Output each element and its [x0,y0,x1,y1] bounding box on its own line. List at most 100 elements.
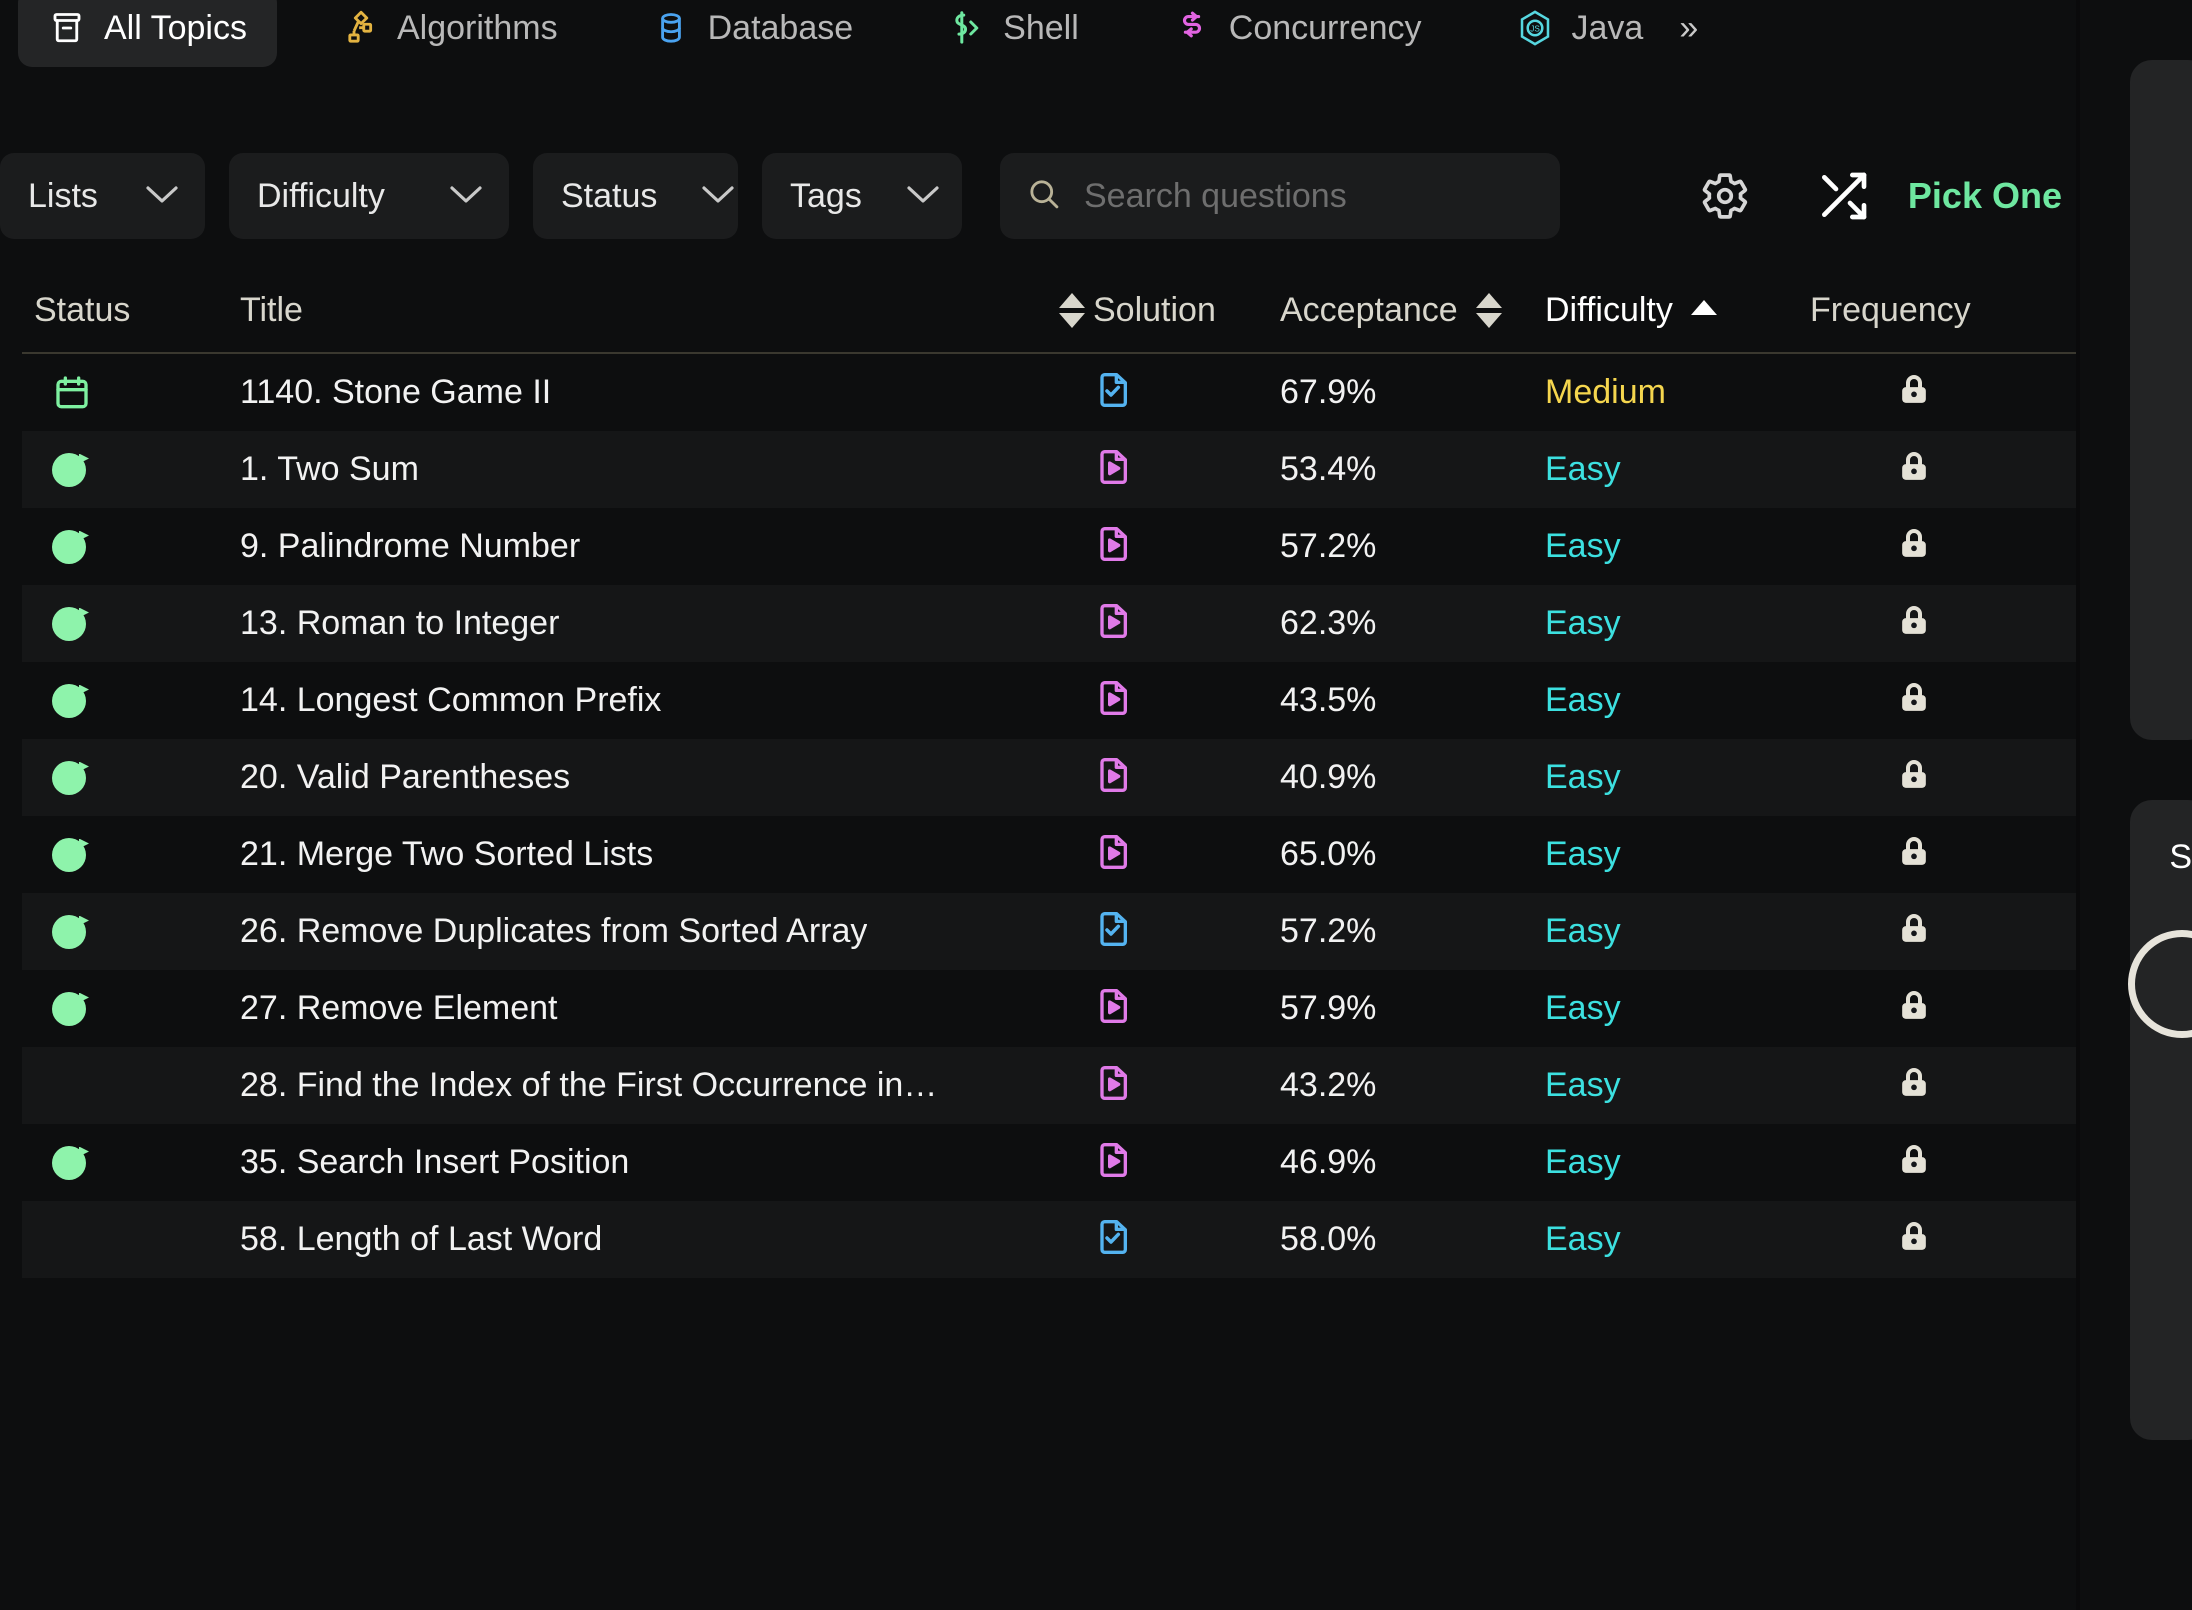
row-solution-cell[interactable] [1085,1217,1280,1262]
lock-icon[interactable] [1894,986,1934,1031]
topic-tab-all-topics[interactable]: All Topics [18,0,277,67]
row-title-cell[interactable]: 14. Longest Common Prefix [222,681,1085,720]
row-solution-cell[interactable] [1085,832,1280,877]
row-title-cell[interactable]: 35. Search Insert Position [222,1143,1085,1182]
row-solution-cell[interactable] [1085,601,1280,646]
lock-icon[interactable] [1894,678,1934,723]
pick-one-button[interactable]: Pick One [1908,175,2062,217]
document-play-icon[interactable] [1093,1063,1133,1108]
lock-icon[interactable] [1894,1063,1934,1108]
side-panel-bottom[interactable] [2130,800,2192,1440]
row-status-cell[interactable] [22,1145,222,1180]
row-status-cell[interactable] [22,837,222,872]
table-row[interactable]: 26. Remove Duplicates from Sorted Array 5… [22,893,2080,970]
table-row[interactable]: 13. Roman to Integer 62.3% Easy [22,585,2080,662]
lock-icon[interactable] [1894,601,1934,646]
search-box[interactable] [1000,153,1560,239]
row-title-cell[interactable]: 26. Remove Duplicates from Sorted Array [222,912,1085,951]
topic-tab-database[interactable]: Database [622,0,884,67]
document-check-icon[interactable] [1093,909,1133,954]
row-status-cell[interactable] [22,606,222,641]
document-check-icon[interactable] [1093,1217,1133,1262]
row-frequency-cell[interactable] [1810,678,2080,723]
row-frequency-cell[interactable] [1810,370,2080,415]
row-solution-cell[interactable] [1085,524,1280,569]
row-title-cell[interactable]: 27. Remove Element [222,989,1085,1028]
lock-icon[interactable] [1894,832,1934,877]
filter-status[interactable]: Status [533,153,738,239]
topic-tab-algorithms[interactable]: Algorithms [311,0,588,67]
row-solution-cell[interactable] [1085,909,1280,954]
row-status-cell[interactable] [22,683,222,718]
row-frequency-cell[interactable] [1810,1063,2080,1108]
table-row[interactable]: 35. Search Insert Position 46.9% Easy [22,1124,2080,1201]
document-play-icon[interactable] [1093,601,1133,646]
document-play-icon[interactable] [1093,447,1133,492]
row-solution-cell[interactable] [1085,755,1280,800]
row-solution-cell[interactable] [1085,370,1280,415]
table-row[interactable]: 1140. Stone Game II 67.9% Medium [22,354,2080,431]
column-header-solution[interactable]: Solution [1085,291,1280,330]
column-header-title[interactable]: Title [222,291,1085,330]
lock-icon[interactable] [1894,755,1934,800]
document-play-icon[interactable] [1093,678,1133,723]
lock-icon[interactable] [1894,447,1934,492]
table-row[interactable]: 58. Length of Last Word 58.0% Easy [22,1201,2080,1278]
column-header-difficulty[interactable]: Difficulty [1545,291,1810,330]
row-title-cell[interactable]: 20. Valid Parentheses [222,758,1085,797]
topic-tab-shell[interactable]: Shell [917,0,1109,67]
row-frequency-cell[interactable] [1810,832,2080,877]
filter-lists[interactable]: Lists [0,153,205,239]
document-play-icon[interactable] [1093,1140,1133,1185]
lock-icon[interactable] [1894,909,1934,954]
document-play-icon[interactable] [1093,524,1133,569]
sort-toggle-title[interactable] [1059,292,1085,328]
table-row[interactable]: 20. Valid Parentheses 40.9% Easy [22,739,2080,816]
document-play-icon[interactable] [1093,755,1133,800]
filter-tags[interactable]: Tags [762,153,962,239]
search-input[interactable] [1084,176,1534,216]
row-solution-cell[interactable] [1085,1063,1280,1108]
table-row[interactable]: 21. Merge Two Sorted Lists 65.0% Easy [22,816,2080,893]
document-check-icon[interactable] [1093,370,1133,415]
row-frequency-cell[interactable] [1810,1140,2080,1185]
table-row[interactable]: 14. Longest Common Prefix 43.5% Easy [22,662,2080,739]
table-row[interactable]: 1. Two Sum 53.4% Easy [22,431,2080,508]
lock-icon[interactable] [1894,1140,1934,1185]
row-frequency-cell[interactable] [1810,986,2080,1031]
table-row[interactable]: 27. Remove Element 57.9% Easy [22,970,2080,1047]
row-status-cell[interactable] [22,373,222,413]
scroll-gutter[interactable] [2076,0,2080,1610]
row-frequency-cell[interactable] [1810,524,2080,569]
settings-button[interactable] [1692,163,1758,229]
sort-toggle-acceptance[interactable] [1475,292,1502,328]
row-title-cell[interactable]: 58. Length of Last Word [222,1220,1085,1259]
row-solution-cell[interactable] [1085,678,1280,723]
row-frequency-cell[interactable] [1810,755,2080,800]
lock-icon[interactable] [1894,524,1934,569]
row-title-cell[interactable]: 28. Find the Index of the First Occurren… [222,1066,1085,1105]
row-status-cell[interactable] [22,452,222,487]
row-status-cell[interactable] [22,914,222,949]
row-status-cell[interactable] [22,760,222,795]
row-frequency-cell[interactable] [1810,909,2080,954]
row-title-cell[interactable]: 13. Roman to Integer [222,604,1085,643]
row-title-cell[interactable]: 1. Two Sum [222,450,1085,489]
lock-icon[interactable] [1894,1217,1934,1262]
column-header-status[interactable]: Status [22,291,222,330]
row-status-cell[interactable] [22,991,222,1026]
row-title-cell[interactable]: 1140. Stone Game II [222,373,1085,412]
row-title-cell[interactable]: 9. Palindrome Number [222,527,1085,566]
topic-tab-concurrency[interactable]: Concurrency [1143,0,1452,67]
lock-icon[interactable] [1894,370,1934,415]
table-row[interactable]: 9. Palindrome Number 57.2% Easy [22,508,2080,585]
table-row[interactable]: 28. Find the Index of the First Occurren… [22,1047,2080,1124]
row-title-cell[interactable]: 21. Merge Two Sorted Lists [222,835,1085,874]
topic-tab-java[interactable]: JS Java [1486,0,1674,67]
filter-difficulty[interactable]: Difficulty [229,153,509,239]
row-status-cell[interactable] [22,529,222,564]
column-header-acceptance[interactable]: Acceptance [1280,291,1545,330]
row-frequency-cell[interactable] [1810,1217,2080,1262]
document-play-icon[interactable] [1093,986,1133,1031]
side-panel-top[interactable] [2130,60,2192,740]
